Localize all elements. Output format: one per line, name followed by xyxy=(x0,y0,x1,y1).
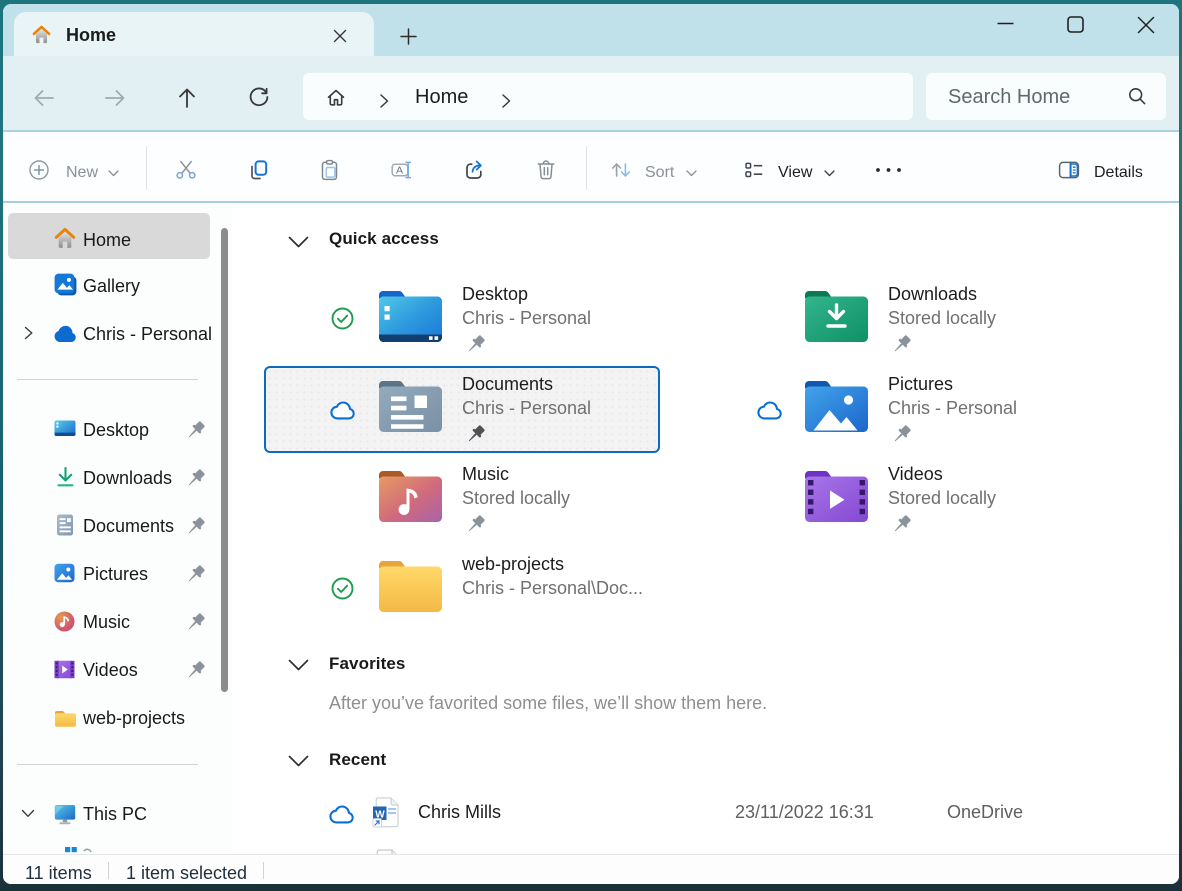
svg-text:A: A xyxy=(396,165,403,177)
